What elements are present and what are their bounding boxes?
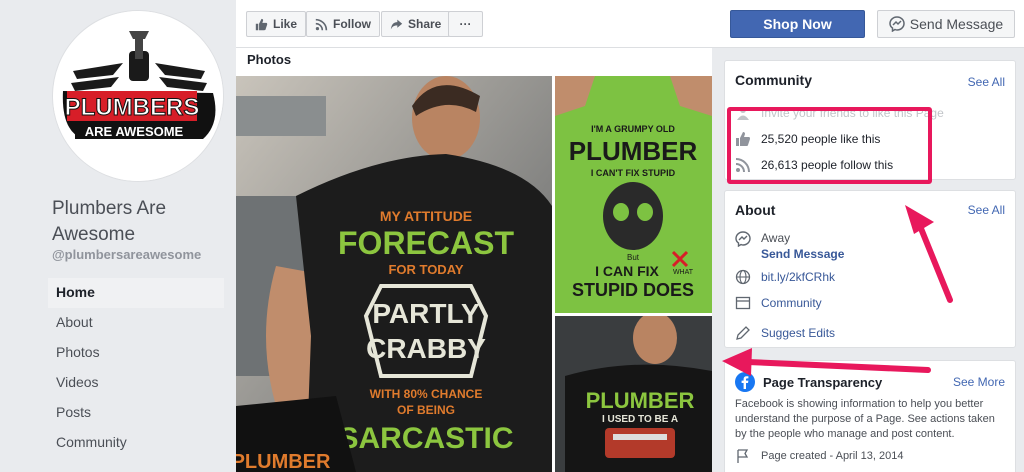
page-created-text: Page created - April 13, 2014 [761, 450, 904, 462]
facebook-logo-icon [735, 372, 755, 392]
category-row: Community [735, 295, 822, 311]
photo-bottom-right-image: PLUMBER I USED TO BE A [555, 316, 712, 472]
share-arrow-icon [390, 19, 403, 29]
page-nav: Home About Photos Videos Posts Community [48, 278, 224, 458]
transparency-heading: Page Transparency [763, 374, 883, 390]
svg-text:OF BEING: OF BEING [397, 403, 455, 417]
transparency-header: Page Transparency [735, 372, 882, 392]
follow-button[interactable]: Follow [306, 11, 380, 37]
share-label: Share [408, 17, 442, 31]
photos-heading: Photos [247, 52, 292, 67]
about-see-all-link[interactable]: See All [968, 203, 1005, 217]
nav-item-videos[interactable]: Videos [48, 368, 224, 398]
page-created-row: Page created - April 13, 2014 [735, 448, 903, 464]
suggest-edits-row: Suggest Edits [735, 325, 835, 341]
photo-top-right-image: I'M A GRUMPY OLD PLUMBER I CAN'T FIX STU… [555, 76, 712, 313]
svg-text:I CAN'T FIX STUPID: I CAN'T FIX STUPID [591, 168, 676, 178]
page-handle[interactable]: @plumbersareawesome [52, 247, 201, 262]
send-message-button[interactable]: Send Message [877, 10, 1015, 38]
left-column: PLUMBERS ARE AWESOME Plumbers Are Awesom… [0, 0, 236, 472]
more-options-button[interactable]: ··· [448, 11, 483, 37]
shop-now-button[interactable]: Shop Now [730, 10, 865, 38]
page-profile-picture[interactable]: PLUMBERS ARE AWESOME [52, 10, 224, 182]
photo-main[interactable]: MY ATTITUDE FORECAST FOR TODAY PARTLY CR… [236, 76, 552, 472]
nav-item-community[interactable]: Community [48, 428, 224, 458]
messenger-icon [735, 231, 751, 247]
svg-text:SARCASTIC: SARCASTIC [338, 422, 513, 455]
nav-item-about[interactable]: About [48, 308, 224, 338]
category-link[interactable]: Community [761, 296, 822, 310]
svg-text:FORECAST: FORECAST [338, 225, 514, 261]
about-send-message-link[interactable]: Send Message [761, 247, 844, 261]
svg-text:CRABBY: CRABBY [366, 333, 486, 364]
website-link[interactable]: bit.ly/2kfCRhk [761, 270, 835, 284]
pencil-icon [736, 326, 750, 340]
messenger-status-row: Away Send Message [735, 231, 844, 261]
svg-text:I'M A GRUMPY OLD: I'M A GRUMPY OLD [591, 124, 675, 134]
community-see-all-link[interactable]: See All [968, 75, 1005, 89]
transparency-see-more-link[interactable]: See More [953, 375, 1005, 389]
nav-item-home[interactable]: Home [48, 278, 224, 308]
flag-icon [737, 449, 749, 463]
about-heading: About [735, 202, 776, 218]
svg-text:PLUMBER: PLUMBER [569, 136, 698, 166]
ellipsis-icon: ··· [459, 17, 472, 31]
page-title: Plumbers Are Awesome [52, 198, 167, 245]
away-status: Away [761, 231, 791, 245]
community-heading: Community [735, 72, 812, 88]
messenger-icon [889, 16, 905, 32]
svg-text:I CAN FIX: I CAN FIX [595, 263, 659, 279]
annotation-highlight-box [727, 107, 932, 184]
plumbers-logo: PLUMBERS ARE AWESOME [53, 11, 223, 181]
photo-top-right[interactable]: I'M A GRUMPY OLD PLUMBER I CAN'T FIX STU… [555, 76, 712, 313]
like-label: Like [273, 17, 298, 31]
svg-text:PLUMBER: PLUMBER [236, 451, 331, 472]
svg-text:PARTLY: PARTLY [372, 298, 480, 329]
follow-label: Follow [333, 17, 371, 31]
photos-section: Photos MY ATTITUDE FORECAST FOR TODAY PA… [236, 48, 712, 472]
photo-bottom-right[interactable]: PLUMBER I USED TO BE A [555, 316, 712, 472]
svg-text:But: But [627, 253, 640, 262]
svg-text:STUPID DOES: STUPID DOES [572, 280, 694, 300]
svg-text:WHAT: WHAT [673, 269, 694, 276]
nav-item-posts[interactable]: Posts [48, 398, 224, 428]
like-button[interactable]: Like [246, 11, 307, 37]
svg-text:WITH 80% CHANCE: WITH 80% CHANCE [370, 387, 483, 401]
page-transparency-card: Page Transparency See More Facebook is s… [724, 360, 1016, 472]
share-button[interactable]: Share [381, 11, 451, 37]
svg-text:MY ATTITUDE: MY ATTITUDE [380, 208, 472, 224]
suggest-edits-link[interactable]: Suggest Edits [761, 326, 835, 340]
thumbs-up-icon [255, 18, 268, 30]
nav-item-photos[interactable]: Photos [48, 338, 224, 368]
svg-text:PLUMBERS: PLUMBERS [65, 94, 200, 121]
transparency-description: Facebook is showing information to help … [735, 398, 995, 440]
svg-text:PLUMBER: PLUMBER [586, 388, 695, 413]
page-action-bar: Like Follow Share ··· Shop Now Send Mess… [236, 0, 1024, 48]
svg-text:ARE AWESOME: ARE AWESOME [85, 124, 184, 139]
photo-main-image: MY ATTITUDE FORECAST FOR TODAY PARTLY CR… [236, 76, 552, 472]
website-row: bit.ly/2kfCRhk [735, 269, 835, 285]
svg-text:I USED TO BE A: I USED TO BE A [602, 414, 678, 425]
about-card: About See All Away Send Message bit.ly/2… [724, 190, 1016, 348]
globe-icon [735, 269, 751, 285]
page-category-icon [735, 296, 751, 310]
send-message-label: Send Message [909, 16, 1004, 32]
rss-icon [315, 18, 328, 30]
svg-text:FOR TODAY: FOR TODAY [388, 262, 463, 277]
